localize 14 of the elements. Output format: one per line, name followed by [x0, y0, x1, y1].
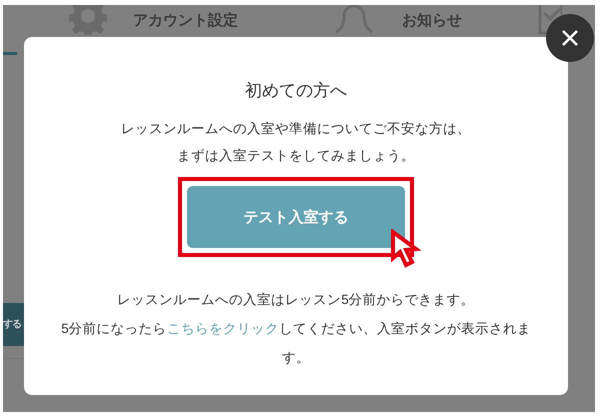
note-text: 5分前になったら こちらをクリック してください、入室ボタンが表示されます。	[60, 320, 532, 367]
header-link[interactable]: お知らせ	[402, 5, 462, 30]
gear-icon	[69, 5, 107, 35]
header-link[interactable]: アカウント設定	[133, 5, 238, 30]
modal-title: 初めての方へ	[244, 80, 348, 102]
click-here-link[interactable]: こちらをクリック	[166, 321, 279, 336]
test-entry-button[interactable]: テスト入室する	[187, 186, 405, 248]
note-text: レッスンルームへの入室はレッスン5分前からできます。	[116, 291, 476, 309]
close-icon	[561, 29, 579, 47]
close-button[interactable]	[546, 14, 594, 62]
bell-icon	[332, 5, 376, 33]
side-button[interactable]: する	[3, 303, 25, 346]
intro-text: レッスンルームへの入室や準備についてご不安な方は、 まずは入室テストをしてみましょう。	[120, 120, 472, 165]
tab-indicator	[3, 52, 17, 55]
